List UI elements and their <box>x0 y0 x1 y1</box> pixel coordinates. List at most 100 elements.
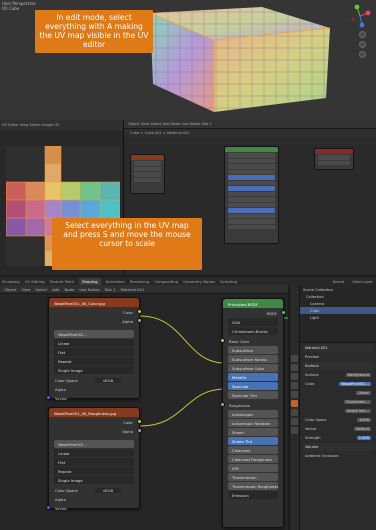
principled-bsdf-node[interactable]: Principled BSDF BSDF GGX Christensen-Bur… <box>220 298 286 528</box>
socket-bsdf-icon[interactable] <box>281 310 286 315</box>
socket-icon[interactable] <box>220 338 225 343</box>
image-selector[interactable]: WoodFine001... <box>54 330 134 338</box>
input-base-color[interactable]: Base Color <box>220 336 283 345</box>
modifier-icon[interactable] <box>291 418 298 425</box>
world-icon[interactable] <box>291 400 298 407</box>
color-space-row[interactable]: Color Space sRGB <box>303 416 373 424</box>
socket-color-icon[interactable] <box>137 309 142 314</box>
output-alpha[interactable]: Alpha <box>49 426 142 435</box>
input-subsurface-color[interactable]: Subsurface Color <box>228 364 278 372</box>
input-ior[interactable]: IOR <box>228 464 278 472</box>
input-anisotropic-rotation[interactable]: Anisotropic Rotation <box>228 419 278 427</box>
3d-viewport[interactable]: User Perspective (0) Cube In edit mode, … <box>0 0 376 120</box>
tab-animation[interactable]: Animation <box>106 279 125 284</box>
extension-select[interactable]: Repeat <box>54 467 134 475</box>
output-color[interactable]: Color <box>49 307 142 316</box>
navigation-gizmo-icon[interactable] <box>348 4 372 28</box>
vector-row[interactable]: Vector Default <box>303 425 373 433</box>
volume-panel[interactable]: Volume <box>303 443 373 451</box>
output-color[interactable]: Color <box>49 417 142 426</box>
input-emission[interactable]: Emission <box>228 491 278 499</box>
source-row[interactable]: Single Ima... <box>303 407 373 415</box>
input-sheen-tint[interactable]: Sheen Tint <box>228 437 278 445</box>
tab-compositing[interactable]: Compositing <box>154 279 178 284</box>
input-clearcoat[interactable]: Clearcoat <box>228 446 278 454</box>
surface-shader-row[interactable]: Surface Background <box>303 371 373 379</box>
input-vector[interactable]: Vector <box>46 393 139 402</box>
object-icon[interactable] <box>291 409 298 416</box>
slot-selector[interactable]: Slot 1 <box>105 287 116 292</box>
view-layer-icon[interactable] <box>291 382 298 389</box>
extension-select[interactable]: Repeat <box>54 357 134 365</box>
mini-principled-bsdf-node[interactable] <box>224 146 279 244</box>
header-view-menu[interactable]: View <box>21 287 30 292</box>
projection-select[interactable]: Flat <box>54 458 134 466</box>
input-subsurface[interactable]: Subsurface <box>228 346 278 354</box>
input-transmission-roughness[interactable]: Transmission Roughness <box>228 482 278 490</box>
color-space-row[interactable]: Color Space sRGB <box>49 485 139 494</box>
scene-icon[interactable] <box>291 391 298 398</box>
interpolation-select[interactable]: Linear <box>54 339 134 347</box>
socket-vector-icon[interactable] <box>46 395 51 400</box>
input-specular-tint[interactable]: Specular Tint <box>228 391 278 399</box>
use-nodes-checkbox[interactable]: Use Nodes <box>79 287 99 292</box>
input-anisotropic[interactable]: Anisotropic <box>228 410 278 418</box>
outliner-light[interactable]: Light <box>300 314 376 321</box>
alpha-mode-row[interactable]: Alpha <box>49 384 139 393</box>
input-vector[interactable]: Vector <box>46 503 139 512</box>
outliner[interactable]: Scene Collection Collection Camera Cube … <box>300 285 376 343</box>
input-sheen[interactable]: Sheen <box>228 428 278 436</box>
outliner-cube[interactable]: Cube <box>300 307 376 314</box>
interpolation-row[interactable]: Linear <box>303 389 373 397</box>
tab-texture-paint[interactable]: Texture Paint <box>50 279 75 284</box>
subsurface-method-select[interactable]: Christensen-Burley <box>228 327 278 335</box>
color-space-row[interactable]: Color Space sRGB <box>49 375 139 384</box>
surface-panel[interactable]: Surface <box>303 362 373 370</box>
alpha-mode-row[interactable]: Alpha <box>49 494 139 503</box>
outliner-collection[interactable]: Collection <box>300 293 376 300</box>
scene-selector[interactable]: Scene <box>333 279 348 284</box>
input-subsurface-radius[interactable]: Subsurface Radius <box>228 355 278 363</box>
header-object-menu[interactable]: Object <box>4 287 16 292</box>
mini-image-texture-node[interactable] <box>130 154 165 194</box>
world-name-field[interactable]: Material.001 <box>303 344 373 352</box>
material-icon[interactable] <box>291 427 298 434</box>
output-alpha[interactable]: Alpha <box>49 316 142 325</box>
image-selector[interactable]: WoodFine001... <box>54 440 134 448</box>
interpolation-select[interactable]: Linear <box>54 449 134 457</box>
input-metallic[interactable]: Metallic <box>228 373 278 381</box>
outliner-scene-collection[interactable]: Scene Collection <box>300 286 376 293</box>
tab-scripting[interactable]: Scripting <box>220 279 237 284</box>
color-row[interactable]: Color WoodFine001... <box>303 380 373 388</box>
camera-view-icon[interactable] <box>359 51 366 58</box>
socket-vector-icon[interactable] <box>46 505 51 510</box>
socket-alpha-icon[interactable] <box>137 318 142 323</box>
tab-shading[interactable]: Shading <box>79 277 101 285</box>
zoom-icon[interactable] <box>359 31 366 38</box>
input-transmission[interactable]: Transmission <box>228 473 278 481</box>
pan-hand-icon[interactable] <box>359 41 366 48</box>
preview-panel[interactable]: Preview <box>303 353 373 361</box>
distribution-select[interactable]: GGX <box>228 318 278 326</box>
outliner-camera[interactable]: Camera <box>300 300 376 307</box>
ambient-occlusion-panel[interactable]: Ambient Occlusion <box>303 452 373 460</box>
header-node-menu[interactable]: Node <box>64 287 74 292</box>
mini-material-output-node[interactable] <box>314 148 354 170</box>
socket-alpha-icon[interactable] <box>137 428 142 433</box>
tab-geometry-nodes[interactable]: Geometry Nodes <box>183 279 215 284</box>
projection-select[interactable]: Flat <box>54 348 134 356</box>
header-select-menu[interactable]: Select <box>35 287 47 292</box>
input-roughness[interactable]: Roughness <box>220 400 283 409</box>
input-clearcoat-roughness[interactable]: Clearcoat Roughness <box>228 455 278 463</box>
projection-row[interactable]: Equirectan... <box>303 398 373 406</box>
socket-icon[interactable] <box>220 402 225 407</box>
output-bsdf[interactable]: BSDF <box>223 308 286 317</box>
strength-row[interactable]: Strength 1.000 <box>303 434 373 442</box>
source-select[interactable]: Single Image <box>54 476 134 484</box>
source-select[interactable]: Single Image <box>54 366 134 374</box>
tab-sculpting[interactable]: Sculpting <box>2 279 20 284</box>
input-specular[interactable]: Specular <box>228 382 278 390</box>
tool-settings-icon[interactable] <box>291 355 298 362</box>
tab-rendering[interactable]: Rendering <box>130 279 149 284</box>
socket-color-icon[interactable] <box>137 419 142 424</box>
